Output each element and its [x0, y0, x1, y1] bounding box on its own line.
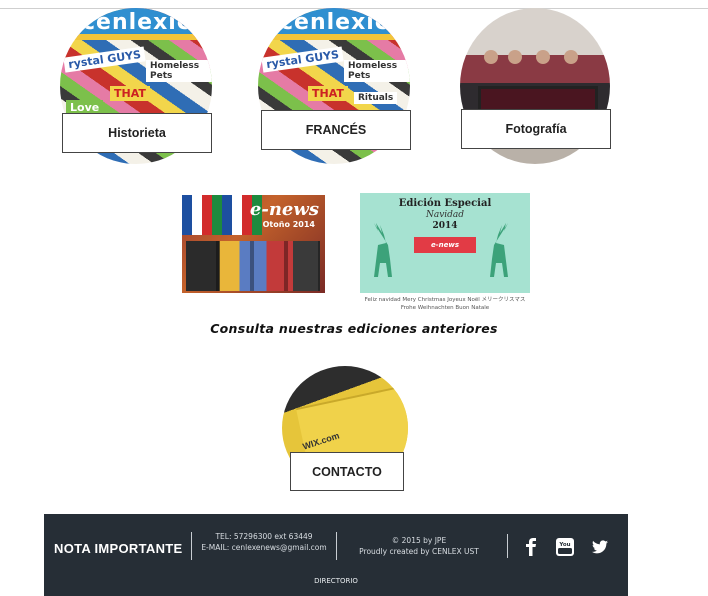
youtube-icon[interactable]: You: [554, 536, 576, 558]
contacto-button[interactable]: CONTACTO: [290, 452, 404, 491]
enews-otono-thumbnail[interactable]: e-news Otoño 2014: [182, 195, 325, 293]
svg-text:You: You: [558, 542, 570, 548]
deer-right-icon: [490, 223, 508, 277]
collage-word: rystal GUYS: [261, 46, 344, 73]
enews-subtitle: Otoño 2014: [262, 220, 315, 229]
frances-button[interactable]: FRANCÉS: [261, 110, 411, 150]
footer-contact-info: TEL: 57296300 ext 63449 E-MAIL: cenlexen…: [194, 531, 334, 553]
xmas-line1: Edición Especial: [398, 198, 492, 209]
footer-created: Proudly created by CENLEX UST: [359, 547, 479, 556]
collage-brand: cenlexic: [280, 10, 389, 35]
enews-title: e-news: [249, 199, 319, 220]
collage-word: THAT: [110, 86, 150, 101]
historieta-button[interactable]: Historieta: [62, 113, 212, 153]
facebook-icon[interactable]: [522, 536, 540, 558]
collage-word: THAT: [308, 86, 348, 101]
directorio-link[interactable]: DIRECTORIO: [44, 577, 628, 585]
footer-divider: [336, 532, 337, 560]
deer-left-icon: [374, 223, 392, 277]
footer: NOTA IMPORTANTE TEL: 57296300 ext 63449 …: [44, 514, 628, 596]
archive-heading: Consulta nuestras ediciones anteriores: [210, 321, 498, 336]
footer-divider: [191, 532, 192, 560]
xmas-ribbon: e-news: [414, 237, 476, 253]
footer-divider: [507, 534, 508, 558]
footer-copyright-info: © 2015 by JPE Proudly created by CENLEX …: [344, 535, 494, 557]
xmas-line2: Navidad: [425, 210, 465, 220]
fotografia-button[interactable]: Fotografía: [461, 109, 611, 149]
footer-copyright: © 2015 by JPE: [391, 536, 447, 545]
collage-brand: cenlexic: [82, 10, 191, 35]
nota-importante: NOTA IMPORTANTE: [54, 541, 183, 556]
collage-word: Rituals: [354, 92, 398, 104]
collage-word: rystal GUYS: [63, 46, 146, 73]
twitter-icon[interactable]: [589, 536, 611, 558]
enews-navidad-thumbnail[interactable]: Edición Especial Navidad 2014 e-news: [360, 193, 530, 293]
collage-word: Homeless Pets: [146, 60, 212, 82]
collage-word: Homeless Pets: [344, 60, 410, 82]
footer-email[interactable]: E-MAIL: cenlexenews@gmail.com: [194, 542, 334, 553]
xmas-caption: Feliz navidad Mery Christmas Joyeux Noël…: [364, 297, 526, 311]
footer-tel: TEL: 57296300 ext 63449: [215, 532, 313, 541]
